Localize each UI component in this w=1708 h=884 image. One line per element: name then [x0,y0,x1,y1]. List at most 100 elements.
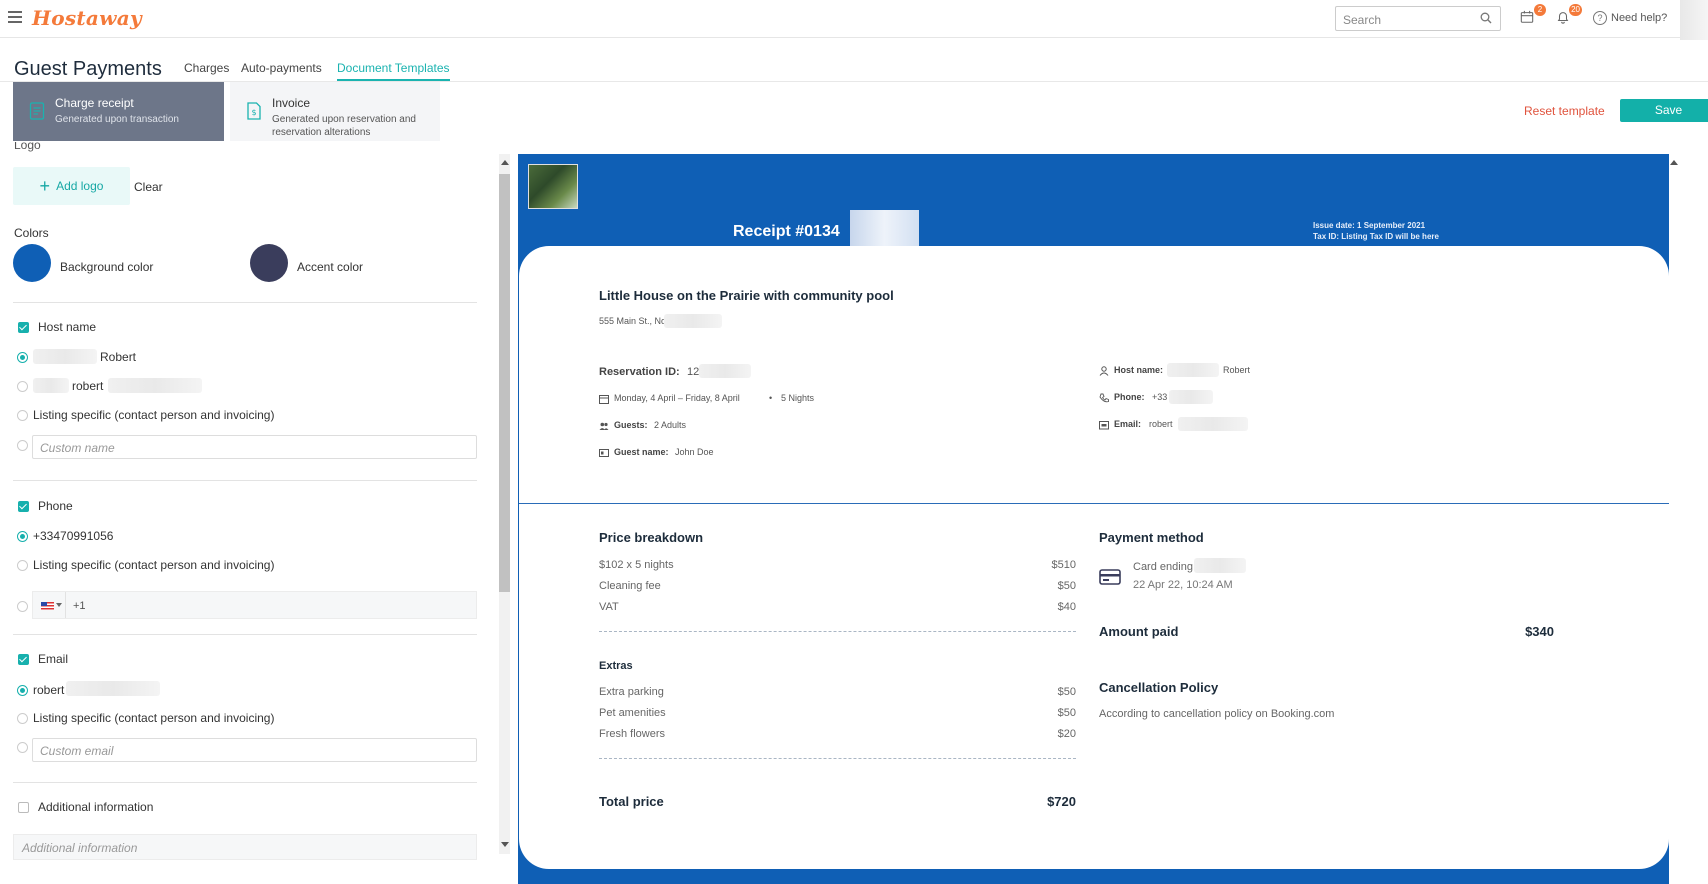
guest-name-label: Guest name: [614,447,669,457]
host-name-label: Host name: [1114,365,1164,375]
property-name: Little House on the Prairie with communi… [599,288,894,303]
custom-email-input[interactable]: Custom email [32,738,477,762]
stay-nights: 5 Nights [781,393,815,403]
guests-label: Guests: [614,420,648,430]
notifications-badge: 20 [1569,4,1582,16]
scroll-up-icon[interactable] [501,160,509,165]
calendar-icon[interactable]: 2 [1520,4,1546,28]
custom-phone-input[interactable]: +1 [32,591,477,619]
calendar-icon [599,395,609,404]
email-option-1: robert [33,683,65,697]
reservation-id-label: Reservation ID: [599,366,680,378]
scroll-down-icon[interactable] [501,842,509,847]
email-value: robert [1149,419,1173,429]
redacted-text [699,364,751,378]
add-logo-label: Add logo [56,179,104,193]
logo-label: Logo [14,142,41,152]
person-icon [1099,366,1109,376]
calendar-badge: 2 [1534,4,1546,16]
receipt-icon [29,102,45,120]
amount-paid-value: $340 [1525,624,1554,639]
template-invoice[interactable]: $ Invoice Generated upon reservation and… [230,82,440,141]
host-name-value: Robert [1223,365,1251,375]
amount-paid-label: Amount paid [1099,624,1179,639]
cancellation-title: Cancellation Policy [1099,680,1219,695]
hamburger-menu-icon[interactable] [8,11,22,25]
invoice-icon: $ [247,102,261,120]
add-logo-button[interactable]: + Add logo [13,167,130,205]
save-button[interactable]: Save [1620,99,1708,122]
price-item-label: Cleaning fee [599,580,661,592]
search-input[interactable]: Search [1335,6,1501,31]
host-name-label: Host name [38,320,97,334]
host-name-custom-radio[interactable] [17,440,28,451]
additional-info-checkbox[interactable] [18,802,29,813]
tab-document-templates[interactable]: Document Templates [337,61,450,81]
receipt-number: Receipt #0134 [733,223,840,240]
background-color-swatch[interactable] [13,244,51,282]
email-label: Email [38,652,69,666]
custom-name-input[interactable]: Custom name [32,435,477,459]
cancellation-text: According to cancellation policy on Book… [1099,708,1335,720]
extra-item-amount: $50 [1057,686,1076,698]
reset-template-link[interactable]: Reset template [1524,104,1605,118]
user-avatar[interactable] [1680,0,1708,40]
issue-date: Issue date: 1 September 2021 [1313,221,1426,230]
additional-info-label: Additional information [38,800,154,814]
colors-label: Colors [14,226,49,240]
page-title: Guest Payments [14,58,162,80]
help-link[interactable]: ? Need help? [1593,11,1667,25]
phone-option-2: Listing specific (contact person and inv… [33,558,275,572]
clear-logo-button[interactable]: Clear [134,180,163,194]
extra-item-amount: $20 [1057,728,1076,740]
email-custom-radio[interactable] [17,742,28,753]
host-name-option-2-radio[interactable] [17,381,28,392]
stay-dates: Monday, 4 April – Friday, 8 April [614,393,740,403]
credit-card-icon [1099,569,1121,585]
receipt-card: Little House on the Prairie with communi… [519,246,1669,869]
price-item-amount: $510 [1051,559,1076,571]
background-color-label: Background color [60,260,154,274]
phone-custom-radio[interactable] [17,601,28,612]
email-option-2: Listing specific (contact person and inv… [33,711,275,725]
guest-name-value: John Doe [675,447,714,457]
email-checkbox[interactable] [18,654,29,665]
phone-option-1: +33470991056 [33,529,114,543]
email-option-2-radio[interactable] [17,713,28,724]
receipt-preview: Receipt #0134 Issue date: 1 September 20… [518,154,1669,884]
phone-option-1-radio[interactable] [17,531,28,542]
tab-auto-payments[interactable]: Auto-payments [241,61,322,75]
template-title: Invoice [272,96,311,110]
price-item-amount: $50 [1057,580,1076,592]
redacted-text [66,681,160,696]
host-name-checkbox[interactable] [18,322,29,333]
app-logo[interactable]: Hostaway [32,6,142,30]
extra-item-amount: $50 [1057,707,1076,719]
bell-icon[interactable]: 20 [1556,4,1582,28]
dot-separator: • [769,393,773,403]
template-charge-receipt[interactable]: Charge receipt Generated upon transactio… [13,82,224,141]
editor-scrollbar[interactable] [499,154,510,854]
scroll-up-icon[interactable] [1670,160,1678,165]
tax-id: Tax ID: Listing Tax ID will be here [1313,232,1439,241]
preview-scrollbar[interactable] [1669,154,1679,884]
redacted-text [850,210,919,246]
email-icon [1099,421,1109,430]
phone-checkbox[interactable] [18,501,29,512]
host-name-option-3-radio[interactable] [17,410,28,421]
template-subtitle: Generated upon transaction [55,114,179,125]
accent-color-swatch[interactable] [250,244,288,282]
card-ending: Card ending [1133,561,1193,573]
property-photo [528,164,578,209]
reservation-id-value: 12 [687,366,700,378]
us-flag-icon[interactable] [33,592,66,618]
host-name-option-1-radio[interactable] [17,352,28,363]
scrollbar-thumb[interactable] [499,174,510,592]
template-editor-panel: Logo + Add logo Clear Colors Background c… [0,142,498,884]
phone-option-2-radio[interactable] [17,560,28,571]
email-option-1-radio[interactable] [17,685,28,696]
section-divider [519,503,1669,504]
phone-prefix: +1 [73,600,86,612]
tab-charges[interactable]: Charges [184,61,229,75]
additional-info-input[interactable]: Additional information [13,834,477,860]
